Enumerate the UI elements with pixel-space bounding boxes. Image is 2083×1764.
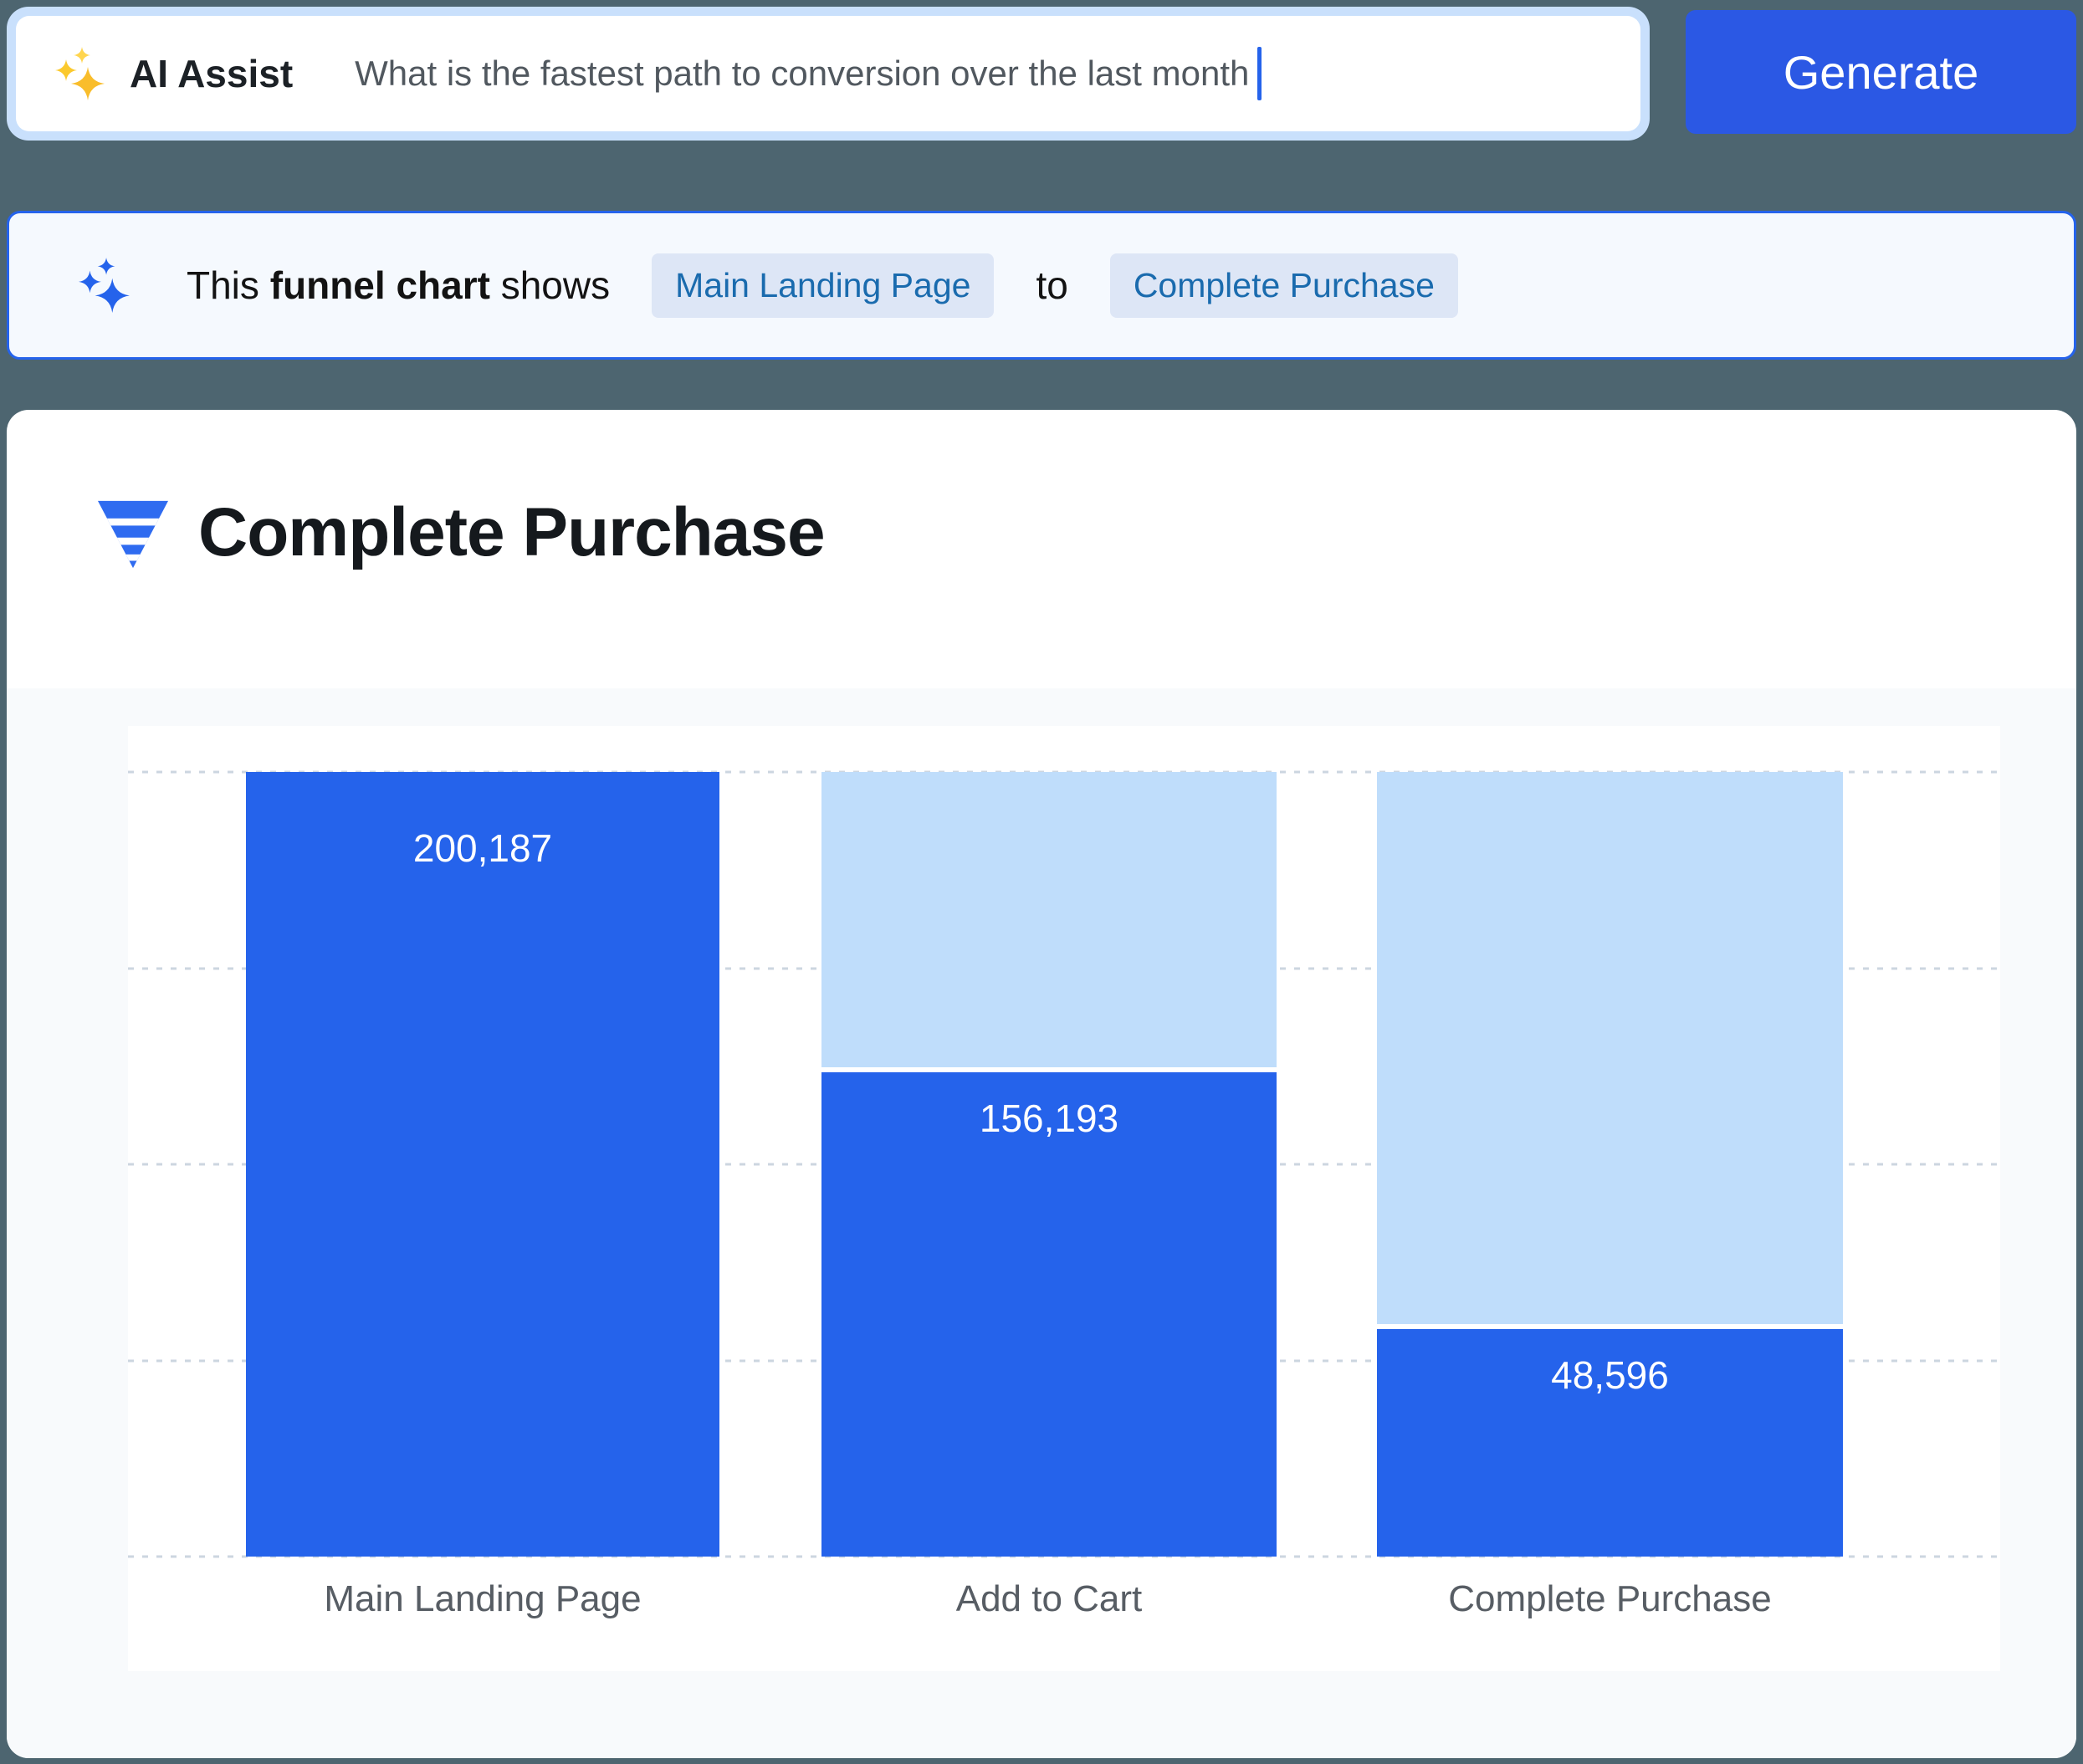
insight-prefix: This xyxy=(187,263,259,307)
text-cursor xyxy=(1257,47,1262,100)
insight-suffix: shows xyxy=(501,263,610,307)
funnel-chart-plot: 200,187Main Landing Page156,193Add to Ca… xyxy=(128,726,2000,1671)
bar-stack: 156,193 xyxy=(821,772,1277,1557)
funnel-card: Complete Purchase 200,187Main Landing Pa… xyxy=(7,410,2076,1758)
chip-from-step[interactable]: Main Landing Page xyxy=(652,253,994,318)
category-label: Complete Purchase xyxy=(1377,1578,1843,1620)
assist-query-text[interactable]: What is the fastest path to conversion o… xyxy=(355,54,1249,94)
dropoff-segment[interactable] xyxy=(821,772,1277,1067)
sparkles-icon xyxy=(54,47,108,100)
chip-to-step[interactable]: Complete Purchase xyxy=(1110,253,1458,318)
funnel-icon xyxy=(95,496,171,570)
chart-section: 200,187Main Landing Page156,193Add to Ca… xyxy=(7,688,2076,1758)
insight-bar: This funnel chart shows Main Landing Pag… xyxy=(7,211,2076,360)
category-label: Main Landing Page xyxy=(246,1578,719,1620)
funnel-column: 48,596Complete Purchase xyxy=(1377,772,1843,1557)
generate-button[interactable]: Generate xyxy=(1686,10,2076,134)
sparkles-icon xyxy=(78,258,133,313)
funnel-column: 200,187Main Landing Page xyxy=(246,772,719,1557)
bar-stack: 200,187 xyxy=(246,772,719,1557)
bar-value-label: 200,187 xyxy=(413,826,552,871)
ai-assist-bar: AI Assist What is the fastest path to co… xyxy=(7,7,1650,141)
page-title: Complete Purchase xyxy=(198,493,825,572)
bar-value-label: 156,193 xyxy=(980,1096,1118,1141)
dropoff-segment[interactable] xyxy=(1377,772,1843,1324)
insight-text: This funnel chart shows xyxy=(187,263,610,308)
funnel-grid-zone: 200,187Main Landing Page156,193Add to Ca… xyxy=(128,772,2000,1557)
ai-assist-label: AI Assist xyxy=(130,51,293,96)
page: AI Assist What is the fastest path to co… xyxy=(0,0,2083,1764)
ai-assist-input[interactable]: AI Assist What is the fastest path to co… xyxy=(16,16,1640,131)
bar-stack: 48,596 xyxy=(1377,772,1843,1557)
active-segment[interactable]: 200,187 xyxy=(246,772,719,1557)
funnel-column: 156,193Add to Cart xyxy=(821,772,1277,1557)
active-segment[interactable]: 48,596 xyxy=(1377,1329,1843,1557)
category-label: Add to Cart xyxy=(821,1578,1277,1620)
bar-value-label: 48,596 xyxy=(1551,1352,1669,1398)
active-segment[interactable]: 156,193 xyxy=(821,1072,1277,1557)
insight-chart-type: funnel chart xyxy=(270,263,490,307)
card-title-row: Complete Purchase xyxy=(95,493,825,572)
insight-connector: to xyxy=(1036,263,1067,308)
